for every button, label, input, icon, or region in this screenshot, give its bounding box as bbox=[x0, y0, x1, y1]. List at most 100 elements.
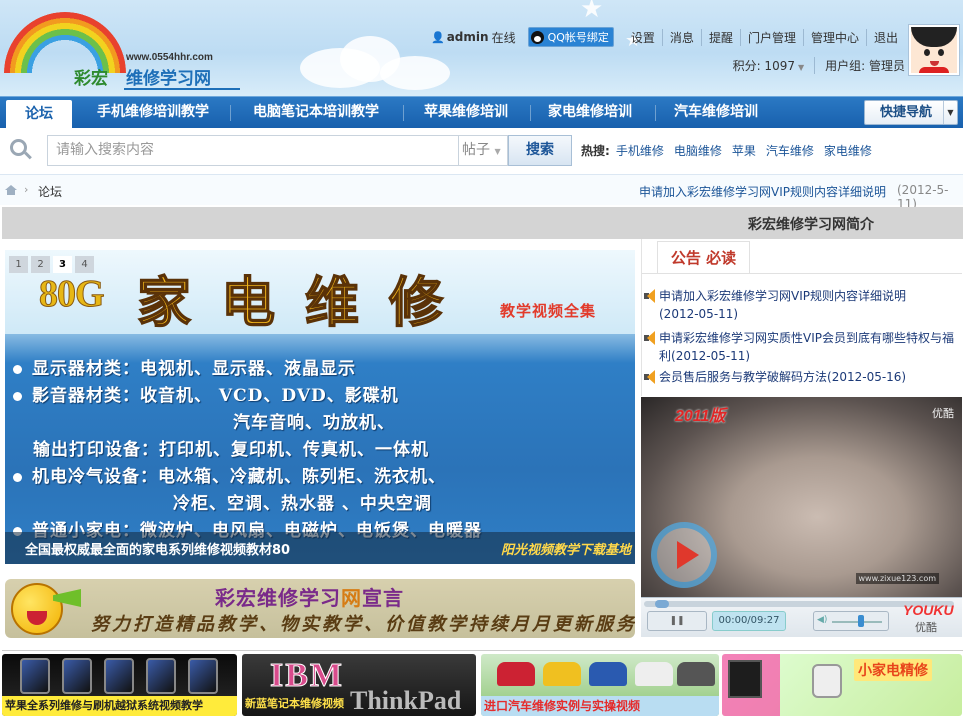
slider-page-4[interactable]: 4 bbox=[75, 256, 94, 273]
slider-caption[interactable]: 全国最权威最全面的家电系列维修视频教材80 bbox=[25, 539, 290, 558]
avatar[interactable] bbox=[908, 24, 960, 76]
speaker-icon bbox=[644, 370, 658, 384]
ad-apple-repair[interactable]: 苹果全系列维修与刷机越狱系统视频教学 bbox=[2, 654, 237, 716]
ad-ibm-thinkpad[interactable]: IBM ThinkPad 新蓝笔记本维修视频 bbox=[242, 654, 476, 716]
announcement-text[interactable]: 会员售后服务与教学破解码方法 bbox=[659, 370, 827, 384]
chevron-right-icon: › bbox=[24, 183, 29, 196]
qq-bind-label: QQ帐号绑定 bbox=[547, 31, 609, 44]
hot-word-link[interactable]: 苹果 bbox=[732, 142, 756, 159]
user-icon: 👤 bbox=[431, 30, 445, 44]
progress-handle[interactable] bbox=[655, 600, 669, 608]
user-group-link[interactable]: 用户组: 管理员 bbox=[825, 57, 905, 74]
volume-handle[interactable] bbox=[858, 615, 864, 627]
user-toolbar: 👤 admin 在线 QQ帐号绑定 设置 消息 提醒 门户管理 管理中心 退出 bbox=[431, 27, 905, 47]
play-button[interactable] bbox=[651, 522, 717, 588]
hot-search-label: 热搜: bbox=[581, 144, 610, 158]
hot-word-link[interactable]: 电脑维修 bbox=[674, 142, 722, 159]
youku-logo[interactable]: YOUKU bbox=[903, 602, 954, 618]
play-icon bbox=[677, 541, 699, 569]
online-status[interactable]: 在线 bbox=[492, 29, 516, 46]
announcement-text[interactable]: 申请加入彩宏维修学习网VIP规则内容详细说明 bbox=[659, 289, 906, 303]
tab-phone-repair[interactable]: 手机维修培训教学 bbox=[82, 97, 224, 128]
tab-car-repair[interactable]: 汽车维修培训 bbox=[661, 97, 771, 128]
ad-caption: 苹果全系列维修与刷机越狱系统视频教学 bbox=[2, 696, 237, 716]
cloud-decoration bbox=[380, 56, 450, 90]
search-type-select[interactable]: 帖子 ▼ bbox=[458, 135, 508, 166]
tab-forum[interactable]: 论坛 bbox=[6, 100, 72, 128]
pause-button[interactable]: ❚❚ bbox=[647, 611, 707, 631]
qq-bind-button[interactable]: QQ帐号绑定 bbox=[527, 27, 614, 47]
nav-divider bbox=[230, 105, 231, 121]
video-url-watermark: www.zixue123.com bbox=[855, 573, 939, 584]
slider-line: 机电冷气设备：电冰箱、冷藏机、陈列柜、洗衣机、 bbox=[13, 462, 446, 487]
reminders-link[interactable]: 提醒 bbox=[700, 28, 740, 46]
chevron-down-icon: ▼ bbox=[943, 101, 957, 124]
player-controls: ❚❚ 00:00/09:27 ◀) YOUKU 优酷 bbox=[641, 597, 962, 637]
home-icon[interactable] bbox=[5, 185, 17, 195]
bullet-icon bbox=[13, 473, 22, 482]
site-header: ★ ★ www.0554hhr.com 彩宏 维修学习网 👤 admin 在线 … bbox=[0, 0, 963, 96]
slider-subtitle: 教学视频全集 bbox=[500, 302, 597, 320]
slider-badge: 80G bbox=[39, 273, 106, 316]
video-player[interactable]: 2011版 优酷 www.zixue123.com ❚❚ 00:00/09:27… bbox=[641, 397, 962, 637]
search-icon bbox=[10, 139, 32, 161]
ads-row: 苹果全系列维修与刷机越狱系统视频教学 IBM ThinkPad 新蓝笔记本维修视… bbox=[2, 650, 963, 720]
settings-link[interactable]: 设置 bbox=[624, 29, 662, 46]
time-display: 00:00/09:27 bbox=[712, 611, 786, 631]
hot-word-link[interactable]: 汽车维修 bbox=[766, 142, 814, 159]
qq-penguin-icon bbox=[530, 30, 544, 44]
hot-word-link[interactable]: 手机维修 bbox=[616, 142, 664, 159]
tab-laptop-repair[interactable]: 电脑笔记本培训教学 bbox=[236, 97, 396, 128]
slider-page-1[interactable]: 1 bbox=[9, 256, 28, 273]
slider-line: 影音器材类：收音机、 VCD、DVD、影碟机 bbox=[13, 381, 399, 406]
credits-dropdown[interactable]: 积分: 1097 ▼ bbox=[733, 57, 805, 74]
username-link[interactable]: admin bbox=[447, 30, 489, 44]
messages-link[interactable]: 消息 bbox=[661, 28, 701, 46]
tab-announcements[interactable]: 公告 必读 bbox=[657, 241, 750, 274]
ad-small-appliance[interactable]: 小家电精修 bbox=[722, 654, 962, 716]
slider-page-2[interactable]: 2 bbox=[31, 256, 50, 273]
logo-name-part2: 维修学习网 bbox=[126, 69, 211, 89]
site-intro-title[interactable]: 彩宏维修学习网简介 bbox=[748, 214, 874, 234]
logo-name-part1: 彩宏 bbox=[74, 69, 108, 89]
portal-admin-link[interactable]: 门户管理 bbox=[739, 28, 803, 46]
speaker-icon bbox=[644, 331, 658, 345]
search-button[interactable]: 搜索 bbox=[508, 135, 572, 166]
announcement-date: (2012-05-11) bbox=[659, 307, 739, 321]
quick-nav-button[interactable]: 快捷导航 ▼ bbox=[864, 100, 958, 125]
nav-divider bbox=[655, 105, 656, 121]
volume-slider[interactable]: ◀) bbox=[813, 611, 889, 631]
image-slider[interactable]: 80G 家电维修 教学视频全集 显示器材类：电视机、显示器、液晶显示 影音器材类… bbox=[5, 250, 635, 564]
search-type-label: 帖子 bbox=[462, 142, 490, 158]
bullet-icon bbox=[13, 365, 22, 374]
main-nav: 论坛 手机维修培训教学 电脑笔记本培训教学 苹果维修培训 家电维修培训 汽车维修… bbox=[0, 96, 963, 128]
search-input[interactable]: 请输入搜索内容 bbox=[47, 135, 458, 166]
manifesto-banner[interactable]: 彩宏维修学习网宣言 努力打造精品教学、物实教学、价值教学持续月月更新服务! bbox=[5, 579, 635, 638]
thinkpad-logo: ThinkPad bbox=[350, 686, 462, 715]
star-decoration: ★ bbox=[580, 0, 604, 24]
slider-pager: 1 2 3 4 bbox=[9, 256, 97, 273]
smiley-icon bbox=[11, 583, 63, 635]
ibm-logo: IBM bbox=[270, 657, 344, 695]
announcement-panel: 公告 必读 申请加入彩宏维修学习网VIP规则内容详细说明 (2012-05-11… bbox=[641, 239, 962, 396]
slider-page-3[interactable]: 3 bbox=[53, 256, 72, 273]
hot-search: 热搜: 手机维修 电脑维修 苹果 汽车维修 家电维修 bbox=[581, 142, 882, 159]
slider-line: 冷柜、空调、热水器 、中央空调 bbox=[173, 494, 432, 514]
tab-apple-repair[interactable]: 苹果维修培训 bbox=[408, 97, 524, 128]
admin-center-link[interactable]: 管理中心 bbox=[802, 28, 866, 46]
ad-car-repair[interactable]: 进口汽车维修实例与实操视频 bbox=[481, 654, 719, 716]
tab-appliance-repair[interactable]: 家电维修培训 bbox=[536, 97, 644, 128]
announcement-date: (2012-05-16) bbox=[827, 370, 907, 384]
announcement-link[interactable]: 申请加入彩宏维修学习网VIP规则内容详细说明 bbox=[639, 183, 886, 200]
hot-word-link[interactable]: 家电维修 bbox=[824, 142, 872, 159]
announcement-item[interactable]: 会员售后服务与教学破解码方法(2012-05-16) bbox=[644, 368, 954, 386]
announcement-date: (2012-05-11) bbox=[671, 349, 751, 363]
announcement-item[interactable]: 申请彩宏维修学习网实质性VIP会员到底有哪些特权与福利(2012-05-11) bbox=[644, 329, 954, 365]
slider-line: 汽车音响、功放机、 bbox=[233, 413, 395, 433]
slider-line: 输出打印设备：打印机、复印机、传真机、一体机 bbox=[33, 440, 429, 460]
site-logo[interactable]: www.0554hhr.com 彩宏 维修学习网 bbox=[4, 12, 240, 92]
announcement-item[interactable]: 申请加入彩宏维修学习网VIP规则内容详细说明 (2012-05-11) bbox=[644, 287, 954, 323]
breadcrumb-current[interactable]: 论坛 bbox=[38, 183, 62, 200]
slider-line: 显示器材类：电视机、显示器、液晶显示 bbox=[13, 354, 356, 379]
logout-link[interactable]: 退出 bbox=[865, 28, 905, 46]
